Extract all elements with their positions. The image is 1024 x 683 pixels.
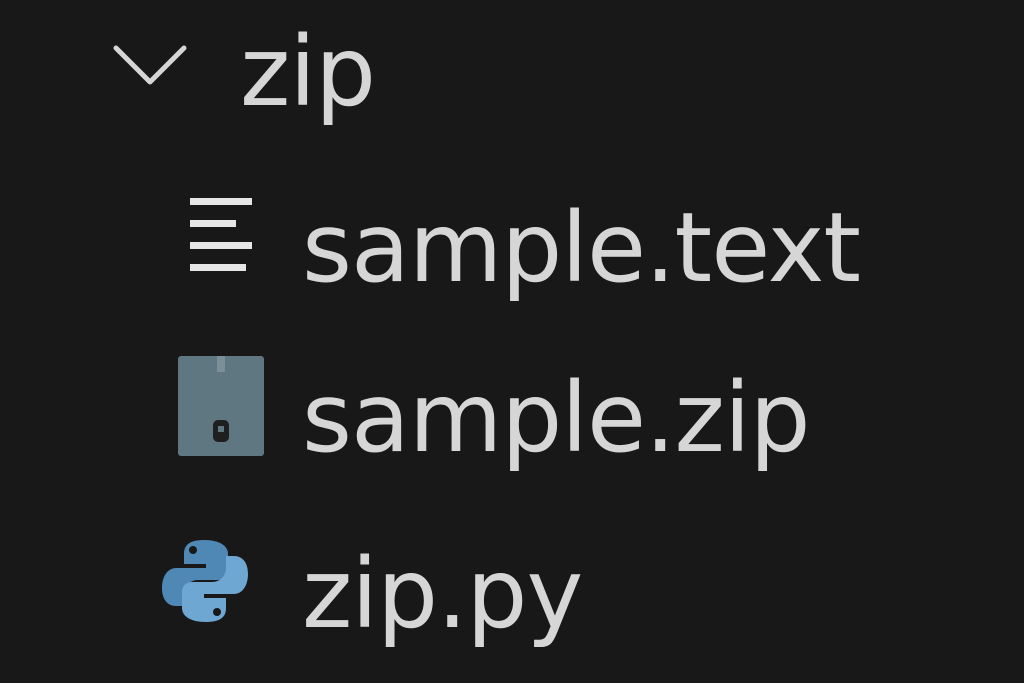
file-name: zip.py (302, 538, 583, 650)
zip-file-icon (178, 356, 264, 456)
chevron-down-icon[interactable] (110, 40, 190, 90)
folder-name: zip (240, 16, 376, 128)
file-name: sample.text (302, 192, 861, 304)
python-file-icon (162, 540, 248, 622)
file-sample-zip[interactable]: sample.zip (0, 340, 1024, 490)
file-name: sample.zip (302, 362, 811, 474)
text-file-icon (190, 198, 252, 271)
file-zip-py[interactable]: zip.py (0, 520, 1024, 670)
folder-zip[interactable]: zip (0, 0, 1024, 150)
file-sample-text[interactable]: sample.text (0, 172, 1024, 322)
file-explorer: zip sample.text sample.zip zip.py (0, 0, 1024, 683)
